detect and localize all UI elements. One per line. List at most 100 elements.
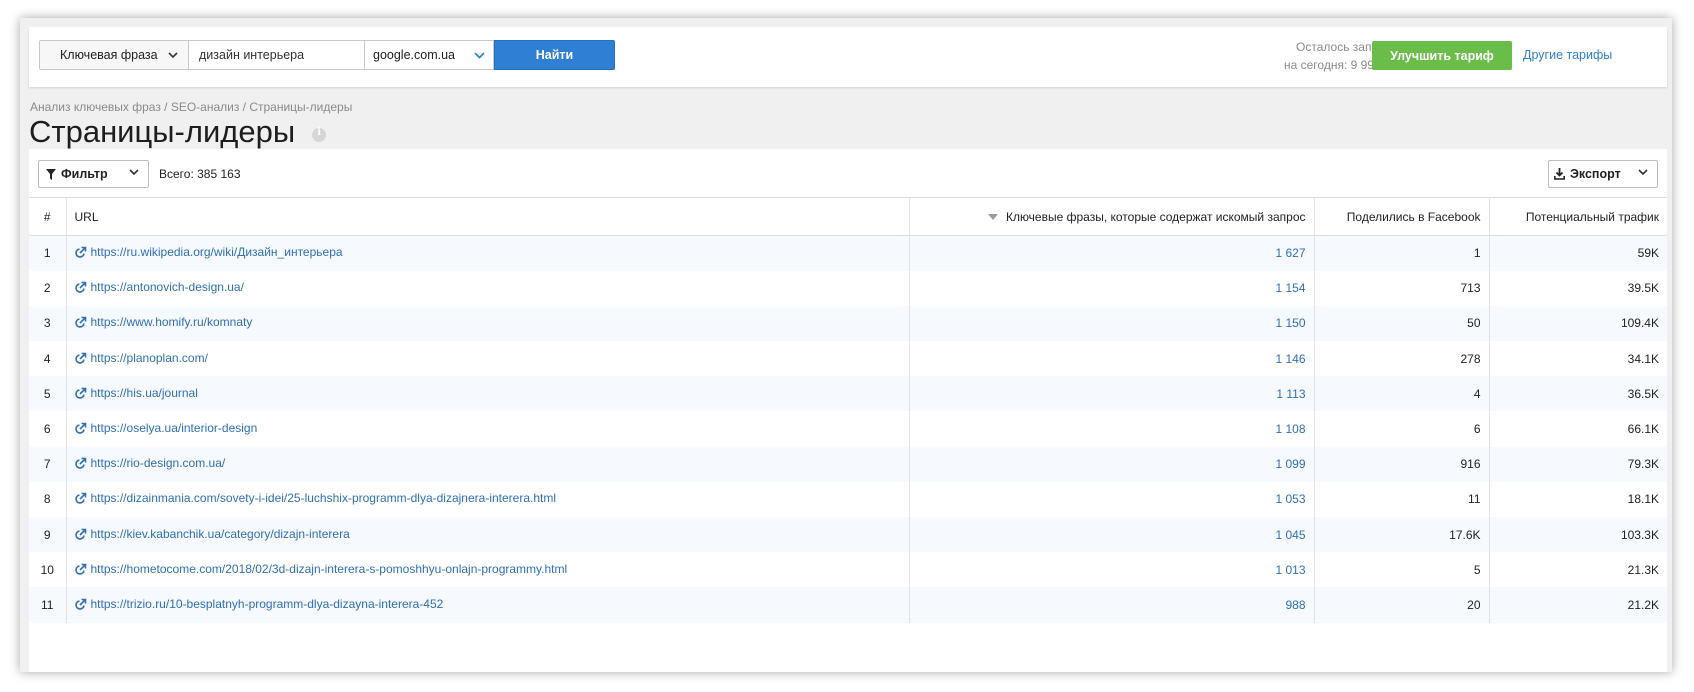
row-facebook-shares: 4 xyxy=(1314,376,1490,412)
row-url-cell: https://dizainmania.com/sovety-i-idei/25… xyxy=(66,481,910,517)
row-url-link[interactable]: https://ru.wikipedia.org/wiki/Дизайн_инт… xyxy=(74,245,343,259)
row-url-link[interactable]: https://kiev.kabanchik.ua/category/dizaj… xyxy=(74,526,350,541)
row-facebook-shares: 278 xyxy=(1314,341,1490,377)
sort-desc-icon xyxy=(987,213,998,220)
row-keywords-link[interactable]: 1 150 xyxy=(1275,316,1305,330)
row-url-link[interactable]: https://dizainmania.com/sovety-i-idei/25… xyxy=(74,491,557,506)
total-count: Всего: 385 163 xyxy=(159,167,241,181)
row-url-text: https://hometocome.com/2018/02/3d-dizajn… xyxy=(90,561,568,576)
table-row: 4 https://planoplan.com/1 146 278 34.1K xyxy=(29,341,1667,377)
table-row: 6 https://oselya.ua/interior-design 1 108 6… xyxy=(29,411,1667,447)
find-button[interactable]: Найти xyxy=(494,40,615,70)
row-url-link[interactable]: https://rio-design.com.ua/ xyxy=(74,456,225,470)
column-header-keywords[interactable]: Ключевые фразы, которые содержат искомый… xyxy=(909,197,1315,236)
search-input[interactable]: дизайн интерьера xyxy=(189,40,365,70)
table-header-row: # URL Ключевые фразы, которые содержат и… xyxy=(29,197,1667,236)
column-header-url[interactable]: URL xyxy=(66,197,910,236)
export-button[interactable]: Экспорт xyxy=(1548,160,1658,188)
search-engine-select[interactable]: google.com.ua xyxy=(365,40,494,70)
row-url-cell: https://www.homify.ru/komnaty xyxy=(66,305,910,342)
filter-button[interactable]: Фильтр xyxy=(38,160,149,188)
row-keywords-link[interactable]: 1 099 xyxy=(1275,457,1305,471)
row-keywords-cell: 1 150 xyxy=(909,305,1315,342)
row-keywords-link[interactable]: 1 154 xyxy=(1275,281,1305,295)
external-link-icon xyxy=(74,422,87,434)
table-row: 9 https://kiev.kabanchik.ua/category/diza… xyxy=(29,517,1667,553)
info-icon[interactable] xyxy=(312,127,327,142)
table-row: 11 https://trizio.ru/10-besplatnyh-progra… xyxy=(29,587,1667,623)
row-keywords-link[interactable]: 1 113 xyxy=(1276,387,1305,401)
chevron-down-icon xyxy=(474,51,485,59)
row-traffic: 21.2K xyxy=(1489,587,1667,623)
filter-icon xyxy=(46,168,56,180)
breadcrumb[interactable]: Анализ ключевых фраз / SEO-анализ / Стра… xyxy=(30,100,352,114)
row-number: 6 xyxy=(29,411,67,447)
search-type-label: Ключевая фраза xyxy=(60,48,158,62)
row-keywords-link[interactable]: 1 627 xyxy=(1275,246,1305,260)
row-keywords-link[interactable]: 1 013 xyxy=(1275,563,1305,577)
row-url-cell: https://hometocome.com/2018/02/3d-dizajn… xyxy=(66,552,910,588)
column-header-traffic[interactable]: Потенциальный трафик xyxy=(1489,197,1667,236)
table-toolbar: Фильтр Всего: 385 163 Экспорт xyxy=(29,149,1667,197)
row-url-link[interactable]: https://oselya.ua/interior-design xyxy=(74,421,258,436)
search-input-value: дизайн интерьера xyxy=(199,48,305,62)
row-url-cell: https://ru.wikipedia.org/wiki/Дизайн_инт… xyxy=(66,235,910,271)
row-number: 7 xyxy=(29,446,67,482)
row-facebook-shares: 50 xyxy=(1314,305,1490,342)
row-url-link[interactable]: https://planoplan.com/ xyxy=(74,351,208,365)
row-url-text: https://kiev.kabanchik.ua/category/dizaj… xyxy=(90,526,350,541)
row-url-cell: https://antonovich-design.ua/ xyxy=(66,270,910,306)
row-traffic: 79.3K xyxy=(1489,446,1667,482)
external-link-icon xyxy=(74,457,87,469)
row-keywords-link[interactable]: 1 108 xyxy=(1275,422,1305,436)
other-tariffs-link[interactable]: Другие тарифы xyxy=(1523,48,1612,62)
row-traffic: 18.1K xyxy=(1627,492,1659,507)
row-url-link[interactable]: https://antonovich-design.ua/ xyxy=(74,280,244,295)
external-link-icon xyxy=(74,281,87,293)
row-keywords-link[interactable]: 1 053 xyxy=(1275,492,1305,506)
row-keywords-cell: 988 xyxy=(909,587,1315,623)
external-link-icon xyxy=(74,316,87,329)
row-traffic: 21.3K xyxy=(1627,562,1659,577)
row-traffic: 66.1K xyxy=(1627,422,1659,437)
row-keywords-link[interactable]: 988 xyxy=(1285,598,1305,612)
row-traffic: 34.1K xyxy=(1627,351,1659,366)
search-group: Ключевая фраза дизайн интерьера google.c… xyxy=(39,40,615,70)
row-url-text: https://his.ua/journal xyxy=(90,385,198,400)
upgrade-tariff-button[interactable]: Улучшить тариф xyxy=(1372,41,1512,70)
row-keywords-cell: 1 013 xyxy=(909,552,1315,588)
row-url-text: https://antonovich-design.ua/ xyxy=(90,280,244,295)
row-url-cell: https://his.ua/journal xyxy=(66,376,910,412)
row-url-link[interactable]: https://trizio.ru/10-besplatnyh-programm… xyxy=(74,597,443,611)
results-table: # URL Ключевые фразы, которые содержат и… xyxy=(29,197,1667,623)
page-title: Страницы-лидеры xyxy=(29,114,296,149)
page-title-wrap: Страницы-лидеры xyxy=(29,114,327,150)
row-keywords-cell: 1 045 xyxy=(909,517,1315,553)
row-number: 2 xyxy=(29,270,67,306)
row-url-text: https://dizainmania.com/sovety-i-idei/25… xyxy=(90,491,557,506)
row-url-text: https://oselya.ua/interior-design xyxy=(90,421,258,436)
row-traffic: 36.5K xyxy=(1489,376,1667,412)
column-header-facebook[interactable]: Поделились в Facebook xyxy=(1314,197,1490,236)
column-header-keywords-label: Ключевые фразы, которые содержат искомый… xyxy=(1005,209,1306,224)
row-number: 3 xyxy=(29,305,67,342)
row-traffic: 59K xyxy=(1489,235,1667,271)
row-traffic: 109.4K xyxy=(1489,305,1667,342)
row-url-link[interactable]: https://hometocome.com/2018/02/3d-dizajn… xyxy=(74,561,568,576)
results-card: Фильтр Всего: 385 163 Экспорт # URL Ключ… xyxy=(29,149,1667,672)
row-keywords-cell: 1 108 xyxy=(909,411,1315,447)
row-facebook-shares: 5 xyxy=(1314,552,1490,588)
row-keywords-link[interactable]: 1 146 xyxy=(1275,352,1305,366)
row-url-link[interactable]: https://www.homify.ru/komnaty xyxy=(74,315,252,329)
row-url-link[interactable]: https://his.ua/journal xyxy=(74,385,198,400)
row-keywords-link[interactable]: 1 045 xyxy=(1275,528,1305,542)
row-facebook-shares: 916 xyxy=(1314,446,1490,482)
row-facebook-shares: 713 xyxy=(1314,270,1490,306)
row-facebook-shares: 6 xyxy=(1314,411,1490,447)
row-traffic: 103.3K xyxy=(1489,517,1667,553)
search-type-select[interactable]: Ключевая фраза xyxy=(39,40,189,70)
row-number: 5 xyxy=(29,376,67,412)
row-number: 9 xyxy=(29,517,67,553)
table-row: 1 https://ru.wikipedia.org/wiki/Дизайн_ин… xyxy=(29,235,1667,271)
chevron-down-icon xyxy=(1638,169,1648,176)
